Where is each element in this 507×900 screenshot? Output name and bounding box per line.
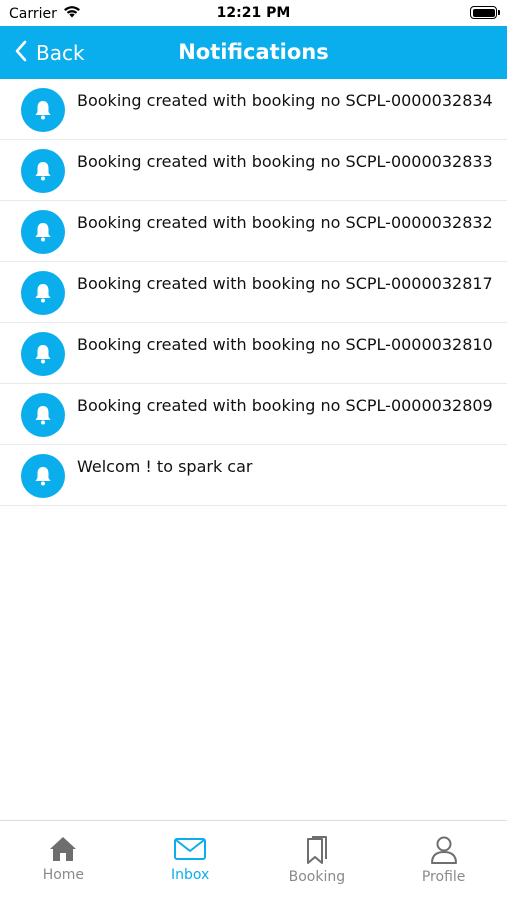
notification-text: Booking created with booking no SCPL-000…: [77, 396, 493, 415]
notification-item[interactable]: Booking created with booking no SCPL-000…: [0, 384, 507, 445]
tab-inbox[interactable]: Inbox: [127, 821, 254, 900]
tab-inbox-label: Inbox: [170, 867, 210, 883]
notification-text: Booking created with booking no SCPL-000…: [77, 274, 493, 293]
notification-text: Welcom ! to spark car: [77, 457, 253, 476]
bookmarks-icon: [302, 835, 332, 865]
notification-item[interactable]: Booking created with booking no SCPL-000…: [0, 262, 507, 323]
profile-icon: [429, 835, 459, 865]
bell-icon: [21, 88, 65, 132]
bell-icon: [21, 332, 65, 376]
battery-icon: [470, 6, 500, 19]
bell-icon: [21, 271, 65, 315]
notification-item[interactable]: Booking created with booking no SCPL-000…: [0, 323, 507, 384]
tab-bar: Home Inbox Booking Profile: [0, 820, 507, 900]
page-title: Notifications: [178, 40, 329, 64]
notification-item[interactable]: Booking created with booking no SCPL-000…: [0, 201, 507, 262]
notification-text: Booking created with booking no SCPL-000…: [77, 91, 493, 110]
tab-home[interactable]: Home: [0, 821, 127, 900]
status-time: 12:21 PM: [216, 5, 291, 21]
notification-item[interactable]: Booking created with booking no SCPL-000…: [0, 140, 507, 201]
bell-icon: [21, 210, 65, 254]
nav-header: Back Notifications: [0, 26, 507, 79]
tab-home-label: Home: [42, 867, 85, 883]
app-screen: Carrier 12:21 PM Back Notifications Book…: [0, 0, 507, 900]
bell-icon: [21, 149, 65, 193]
tab-booking-label: Booking: [288, 869, 346, 885]
tab-profile-label: Profile: [421, 869, 466, 885]
bell-icon: [21, 393, 65, 437]
tab-profile[interactable]: Profile: [380, 821, 507, 900]
tab-booking[interactable]: Booking: [254, 821, 381, 900]
inbox-icon: [173, 835, 207, 863]
notification-item[interactable]: Booking created with booking no SCPL-000…: [0, 79, 507, 140]
home-icon: [48, 835, 78, 863]
notification-list: Booking created with booking no SCPL-000…: [0, 79, 507, 506]
status-right: [470, 6, 500, 19]
notification-text: Booking created with booking no SCPL-000…: [77, 213, 493, 232]
notification-text: Booking created with booking no SCPL-000…: [77, 152, 493, 171]
notification-item[interactable]: Welcom ! to spark car: [0, 445, 507, 506]
bell-icon: [21, 454, 65, 498]
notification-text: Booking created with booking no SCPL-000…: [77, 335, 493, 354]
status-bar: Carrier 12:21 PM: [0, 0, 507, 26]
